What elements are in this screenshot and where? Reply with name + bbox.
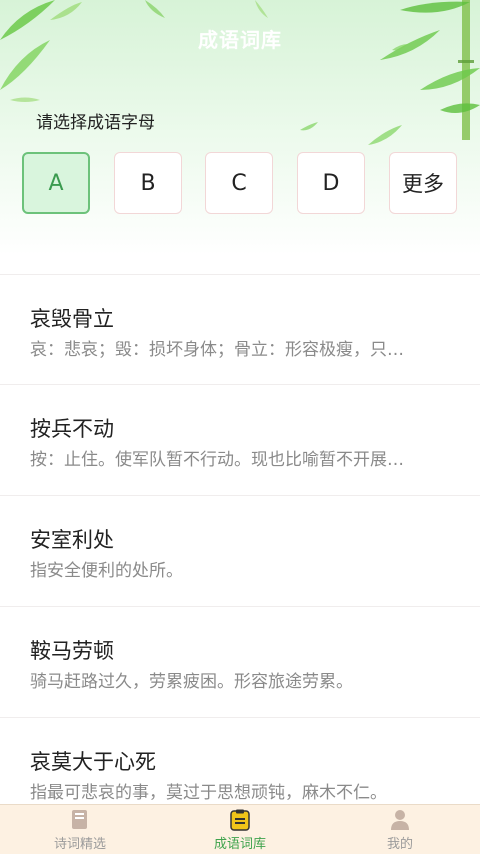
tab-label: 我的 [386, 837, 413, 852]
idiom-description: 哀：悲哀；毁：损坏身体；骨立：形容极瘦，只… [30, 340, 404, 360]
list-item[interactable]: 哀毁骨立 哀：悲哀；毁：损坏身体；骨立：形容极瘦，只… [0, 274, 480, 384]
letter-button-a[interactable]: A [22, 152, 90, 214]
list-item[interactable]: 按兵不动 按：止住。使军队暂不行动。现也比喻暂不开展… [0, 384, 480, 494]
bottom-tab-bar: 诗词精选 成语词库 我的 [0, 804, 480, 854]
idiom-name: 鞍马劳顿 [30, 639, 114, 663]
more-letters-button[interactable]: 更多 [389, 152, 457, 214]
letter-button-c[interactable]: C [205, 152, 273, 214]
idiom-name: 哀毁骨立 [30, 307, 114, 331]
list-item[interactable]: 鞍马劳顿 骑马赶路过久，劳累疲困。形容旅途劳累。 [0, 606, 480, 716]
person-icon [391, 810, 409, 830]
idiom-list: 哀毁骨立 哀：悲哀；毁：损坏身体；骨立：形容极瘦，只… 按兵不动 按：止住。使军… [0, 274, 480, 804]
tab-idioms[interactable]: 成语词库 [160, 805, 320, 854]
idiom-description: 按：止住。使军队暂不行动。现也比喻暂不开展… [30, 450, 404, 470]
letter-button-b[interactable]: B [114, 152, 182, 214]
letter-prompt: 请选择成语字母 [36, 113, 155, 133]
idiom-name: 哀莫大于心死 [30, 750, 156, 774]
letter-selector: A B C D 更多 [0, 152, 480, 216]
tab-poetry[interactable]: 诗词精选 [0, 805, 160, 854]
header-banner: 成语词库 请选择成语字母 A B C D 更多 [0, 0, 480, 255]
letter-button-d[interactable]: D [297, 152, 365, 214]
clipboard-icon [230, 809, 250, 831]
idiom-name: 安室利处 [30, 528, 114, 552]
page-title: 成语词库 [198, 28, 282, 52]
tab-label: 成语词库 [213, 837, 266, 852]
list-item[interactable]: 哀莫大于心死 指最可悲哀的事，莫过于思想顽钝，麻木不仁。 [0, 717, 480, 804]
list-item[interactable]: 安室利处 指安全便利的处所。 [0, 495, 480, 605]
tab-mine[interactable]: 我的 [320, 805, 480, 854]
book-icon [72, 810, 87, 829]
tab-label: 诗词精选 [53, 837, 106, 852]
idiom-description: 指最可悲哀的事，莫过于思想顽钝，麻木不仁。 [30, 783, 387, 803]
idiom-name: 按兵不动 [30, 417, 114, 441]
idiom-description: 骑马赶路过久，劳累疲困。形容旅途劳累。 [30, 672, 353, 692]
idiom-description: 指安全便利的处所。 [30, 561, 183, 581]
